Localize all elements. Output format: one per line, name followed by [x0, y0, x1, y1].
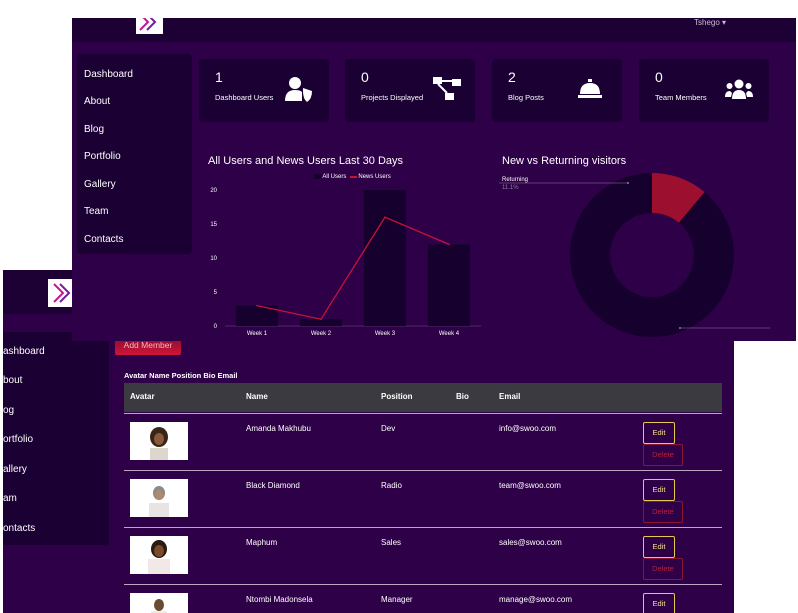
chart-title-visitors: New vs Returning visitors: [502, 155, 627, 167]
sidebar-item-dashboard[interactable]: Dashboard: [84, 69, 133, 80]
news-users-line: [256, 216, 450, 320]
new-leader-dot: [679, 327, 681, 329]
member-name: Ntombi Madonsela: [246, 595, 313, 604]
table-header: Avatar Name Position Bio Email: [124, 383, 722, 412]
edit-button[interactable]: Edit: [643, 593, 675, 613]
sidebar-item-gallery[interactable]: Gallery: [84, 179, 116, 190]
x-tick-label: Week 3: [375, 331, 396, 337]
user-name: Tshego: [694, 18, 720, 27]
column-header-email: Email: [499, 392, 521, 401]
column-header-avatar: Avatar: [130, 392, 155, 401]
sidebar-item-portfolio[interactable]: ortfolio: [3, 434, 33, 445]
sidebar-item-about[interactable]: bout: [3, 375, 22, 386]
stat-label: Blog Posts: [508, 93, 544, 102]
returning-leader-dot: [627, 182, 629, 184]
stat-label: Projects Displayed: [361, 93, 424, 102]
concierge-bell-icon: [578, 79, 602, 98]
member-position: Dev: [381, 424, 396, 433]
x-tick-label: Week 2: [311, 331, 332, 337]
news-users-point: [448, 243, 450, 246]
user-shield-icon: [285, 77, 312, 102]
table-row: Black Diamond Radio team@swoo.com Edit D…: [124, 470, 722, 528]
chart-title-users: All Users and News Users Last 30 Days: [208, 155, 404, 167]
member-email: team@swoo.com: [499, 481, 561, 490]
news-users-point: [320, 318, 322, 320]
delete-button[interactable]: Delete: [643, 444, 683, 466]
sidebar-item-team[interactable]: Team: [84, 206, 108, 217]
member-name: Black Diamond: [246, 481, 300, 490]
avatar: [130, 536, 188, 574]
y-tick-label: 15: [210, 222, 217, 228]
table-row: Ntombi Madonsela Manager manage@swoo.com…: [124, 584, 722, 613]
stat-value: 1: [215, 69, 223, 85]
edit-button[interactable]: Edit: [643, 422, 675, 444]
sidebar-item-team[interactable]: am: [3, 493, 17, 504]
sidebar-item-portfolio[interactable]: Portfolio: [84, 151, 121, 162]
top-navbar: Tshego ▾: [72, 18, 796, 42]
sidebar: ashboard bout og ortfolio allery am onta…: [3, 332, 109, 545]
stat-value: 2: [508, 69, 516, 85]
delete-button[interactable]: Delete: [643, 558, 683, 580]
sidebar: Dashboard About Blog Portfolio Gallery T…: [77, 54, 192, 254]
sidebar-item-contacts[interactable]: Contacts: [84, 234, 123, 245]
member-email: manage@swoo.com: [499, 595, 573, 604]
chevron-down-icon: ▾: [722, 18, 727, 27]
stat-value: 0: [361, 69, 369, 85]
table-row: Amanda Makhubu Dev info@swoo.com Edit De…: [124, 413, 722, 471]
users-icon: [725, 79, 753, 99]
y-tick-label: 10: [210, 256, 217, 262]
sidebar-item-blog[interactable]: og: [3, 405, 14, 416]
bar-week-2: [300, 319, 342, 326]
dashboard-window: Tshego ▾ Dashboard About Blog Portfolio …: [72, 18, 796, 341]
stat-card-blog-posts[interactable]: 2 Blog Posts: [492, 59, 622, 122]
sidebar-item-blog[interactable]: Blog: [84, 124, 104, 135]
y-tick-label: 5: [214, 290, 218, 296]
member-position: Manager: [381, 595, 413, 604]
table-row: Maphum Sales sales@swoo.com Edit Delete: [124, 527, 722, 585]
avatar: [130, 422, 188, 460]
project-diagram-icon: [433, 77, 461, 100]
sidebar-item-gallery[interactable]: allery: [3, 464, 27, 475]
brand-logo[interactable]: [48, 279, 74, 307]
avatar: [130, 593, 188, 613]
stat-label: Dashboard Users: [215, 93, 274, 102]
sidebar-item-about[interactable]: About: [84, 96, 110, 107]
y-tick-label: 20: [210, 188, 217, 194]
member-email: info@swoo.com: [499, 424, 557, 433]
stat-card-dashboard-users[interactable]: 1 Dashboard Users: [199, 59, 329, 122]
users-chart: 0 5 10 15 20 Week 1 Week 2 Week 3 Week 4: [210, 188, 481, 337]
column-header-bio: Bio: [456, 392, 469, 401]
stat-card-team-members[interactable]: 0 Team Members: [639, 59, 769, 122]
returning-label: Returning: [502, 177, 528, 183]
news-users-point: [384, 216, 386, 218]
member-name: Maphum: [246, 538, 278, 547]
member-name: Amanda Makhubu: [246, 424, 311, 433]
bar-week-3: [364, 190, 406, 326]
x-tick-label: Week 1: [247, 331, 268, 337]
bar-week-4: [428, 244, 470, 326]
visitors-donut-chart: Returning 11.1%: [499, 172, 770, 337]
returning-percent-label: 11.1%: [502, 185, 519, 191]
news-users-point: [256, 304, 258, 307]
stat-value: 0: [655, 69, 663, 85]
edit-button[interactable]: Edit: [643, 536, 675, 558]
stat-card-projects[interactable]: 0 Projects Displayed: [345, 59, 475, 122]
y-tick-label: 0: [214, 324, 218, 330]
user-menu[interactable]: Tshego ▾: [694, 18, 726, 27]
table-caption: Avatar Name Position Bio Email: [124, 371, 238, 380]
stat-label: Team Members: [655, 93, 707, 102]
member-position: Sales: [381, 538, 402, 547]
x-tick-label: Week 4: [439, 331, 460, 337]
member-email: sales@swoo.com: [499, 538, 562, 547]
edit-button[interactable]: Edit: [643, 479, 675, 501]
delete-button[interactable]: Delete: [643, 501, 683, 523]
donut-slice-new: [569, 172, 734, 337]
column-header-name: Name: [246, 392, 268, 401]
sidebar-item-contacts[interactable]: ontacts: [3, 523, 35, 534]
column-header-position: Position: [381, 392, 413, 401]
sidebar-item-dashboard[interactable]: ashboard: [3, 346, 45, 357]
brand-logo[interactable]: [136, 18, 163, 34]
avatar: [130, 479, 188, 517]
member-position: Radio: [381, 481, 402, 490]
